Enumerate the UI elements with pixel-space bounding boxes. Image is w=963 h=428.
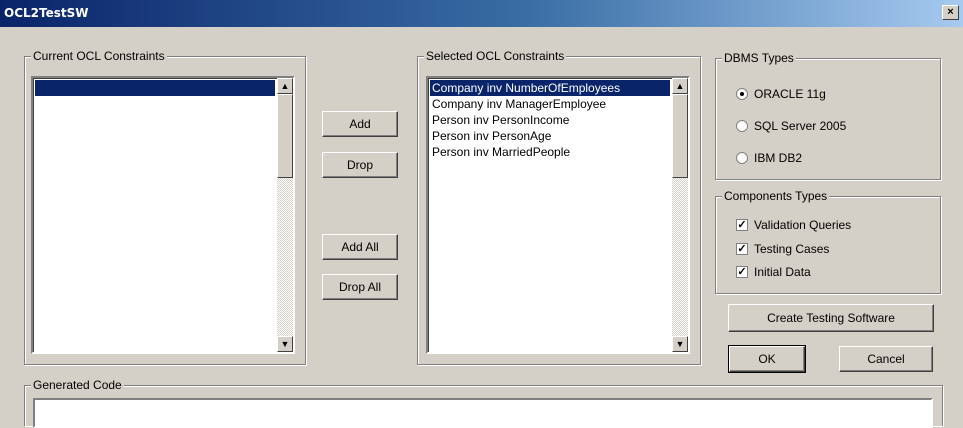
scroll-thumb[interactable] bbox=[277, 94, 293, 178]
dbms-option[interactable]: IBM DB2 bbox=[736, 150, 802, 166]
component-option[interactable]: ✓ Validation Queries bbox=[736, 217, 851, 233]
ok-button-label: OK bbox=[758, 352, 776, 366]
selected-list-scrollbar[interactable]: ▲ ▼ bbox=[672, 78, 688, 352]
components-types-label: Components Types bbox=[722, 189, 830, 203]
checkbox-icon[interactable]: ✓ bbox=[736, 265, 748, 278]
component-option-label: Validation Queries bbox=[754, 218, 852, 232]
cancel-button-label: Cancel bbox=[867, 352, 905, 366]
radio-icon[interactable] bbox=[736, 87, 748, 100]
scroll-thumb[interactable] bbox=[672, 94, 688, 178]
list-item[interactable]: Company inv ManagerEmployee bbox=[430, 96, 670, 112]
component-option-label: Testing Cases bbox=[754, 242, 830, 256]
ok-button[interactable]: OK bbox=[728, 345, 806, 373]
list-item[interactable]: Company inv NumberOfEmployees bbox=[430, 80, 670, 96]
scroll-up-arrow-icon[interactable]: ▲ bbox=[277, 78, 293, 94]
checkbox-icon[interactable]: ✓ bbox=[736, 218, 748, 231]
scroll-up-arrow-icon[interactable]: ▲ bbox=[672, 78, 688, 94]
component-option[interactable]: ✓ Initial Data bbox=[736, 264, 811, 280]
close-icon: × bbox=[947, 6, 954, 18]
add-button[interactable]: Add bbox=[322, 111, 398, 137]
selected-constraints-label: Selected OCL Constraints bbox=[424, 49, 567, 63]
list-item[interactable]: Person inv PersonIncome bbox=[430, 112, 670, 128]
scroll-down-arrow-icon[interactable]: ▼ bbox=[277, 336, 293, 352]
dbms-option[interactable]: ORACLE 11g bbox=[736, 86, 826, 102]
list-item[interactable] bbox=[35, 80, 275, 96]
dbms-option-label: ORACLE 11g bbox=[754, 87, 826, 101]
dbms-option-label: IBM DB2 bbox=[754, 151, 803, 165]
scroll-down-arrow-icon[interactable]: ▼ bbox=[672, 336, 688, 352]
current-list-scrollbar[interactable]: ▲ ▼ bbox=[277, 78, 293, 352]
component-option[interactable]: ✓ Testing Cases bbox=[736, 241, 829, 257]
create-button-label: Create Testing Software bbox=[767, 311, 895, 325]
title-bar[interactable]: OCL2TestSW × bbox=[0, 0, 963, 27]
checkbox-icon[interactable]: ✓ bbox=[736, 242, 748, 255]
selected-constraints-list[interactable]: Company inv NumberOfEmployees Company inv… bbox=[426, 76, 690, 354]
create-testing-software-button[interactable]: Create Testing Software bbox=[728, 304, 934, 332]
generated-code-textarea[interactable] bbox=[33, 398, 933, 428]
cancel-button[interactable]: Cancel bbox=[839, 346, 933, 372]
radio-icon[interactable] bbox=[736, 119, 748, 132]
dbms-option-label: SQL Server 2005 bbox=[754, 119, 847, 133]
current-constraints-list[interactable]: ▲ ▼ bbox=[31, 76, 295, 354]
add-button-label: Add bbox=[349, 117, 371, 131]
radio-icon[interactable] bbox=[736, 151, 748, 164]
drop-button-label: Drop bbox=[346, 158, 373, 172]
drop-all-button[interactable]: Drop All bbox=[322, 274, 398, 300]
close-button[interactable]: × bbox=[942, 5, 959, 20]
component-option-label: Initial Data bbox=[754, 265, 811, 279]
list-item[interactable]: Person inv PersonAge bbox=[430, 128, 670, 144]
add-all-button[interactable]: Add All bbox=[322, 234, 398, 260]
dbms-types-label: DBMS Types bbox=[722, 51, 796, 65]
generated-code-label: Generated Code bbox=[31, 378, 124, 392]
drop-button[interactable]: Drop bbox=[322, 152, 398, 178]
drop-all-button-label: Drop All bbox=[338, 280, 382, 294]
dbms-option[interactable]: SQL Server 2005 bbox=[736, 118, 846, 134]
current-constraints-label: Current OCL Constraints bbox=[31, 49, 167, 63]
add-all-button-label: Add All bbox=[341, 240, 379, 254]
list-item[interactable]: Person inv MarriedPeople bbox=[430, 144, 670, 160]
window-title: OCL2TestSW bbox=[4, 6, 89, 20]
